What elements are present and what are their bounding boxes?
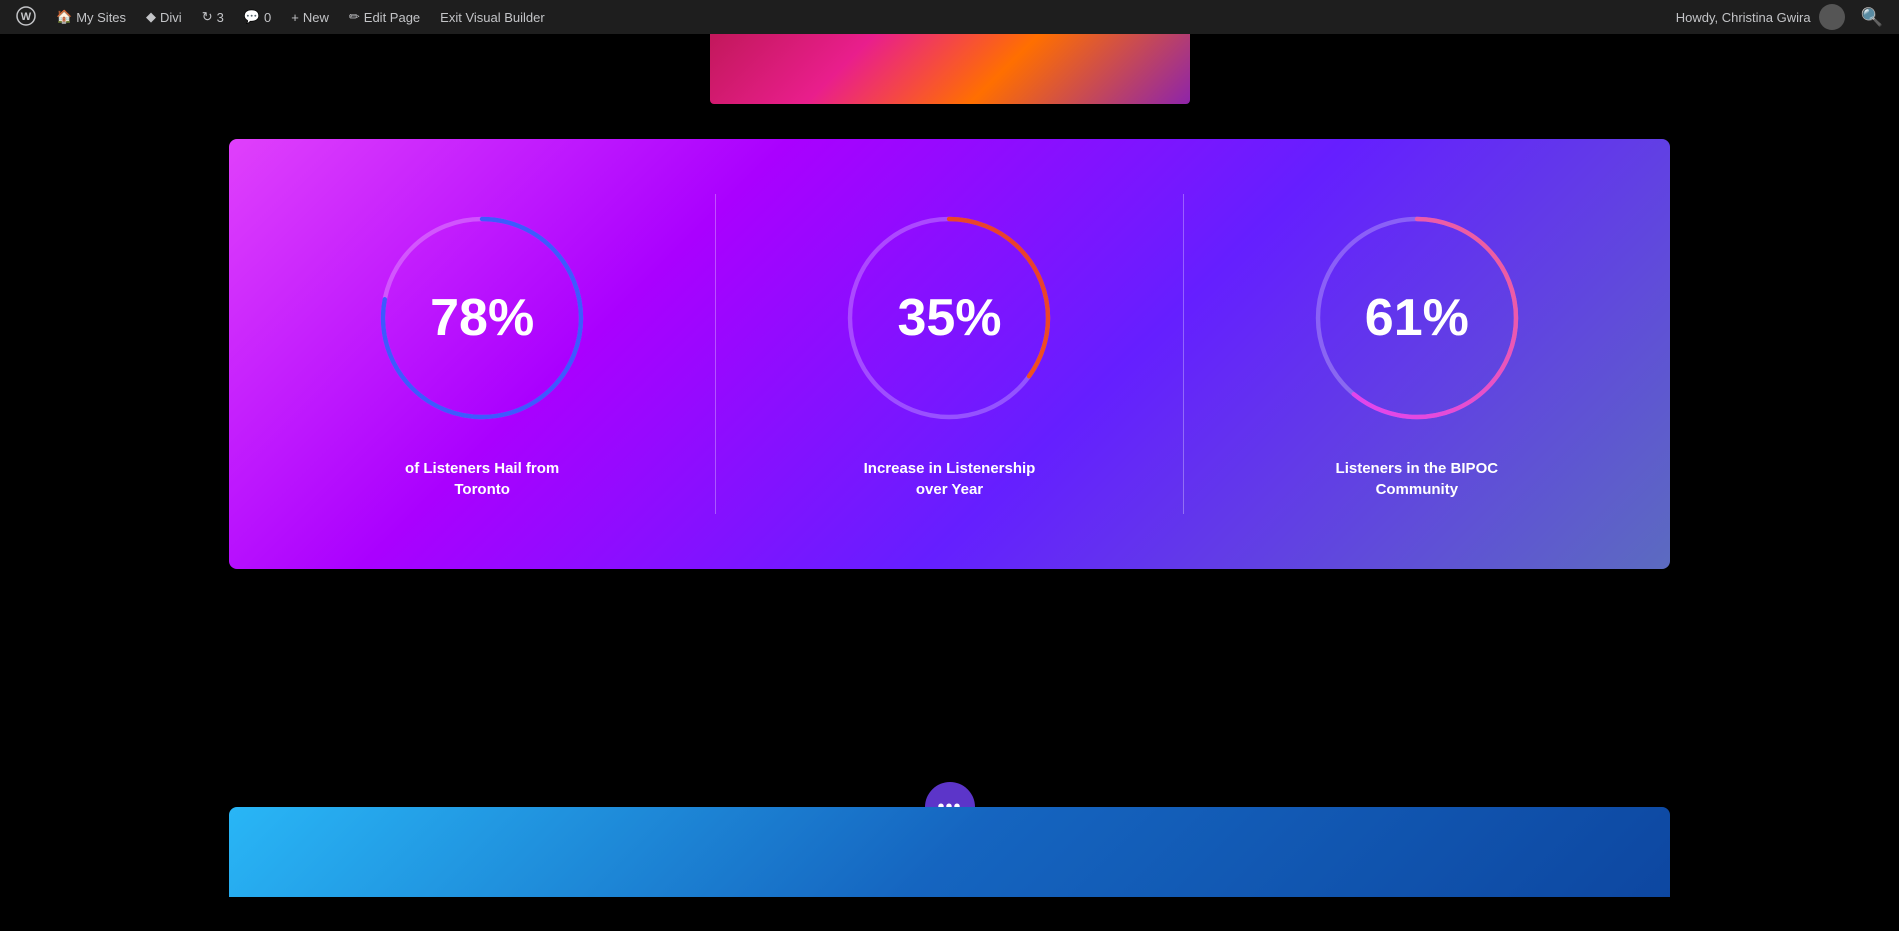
- comments-count: 0: [264, 10, 271, 25]
- stat-item-listenership: 35% Increase in Listenership over Year: [716, 188, 1182, 520]
- edit-page-label: Edit Page: [364, 10, 420, 25]
- divi-menu[interactable]: ◆ Divi: [138, 0, 190, 34]
- updates-icon: ↻: [202, 9, 213, 25]
- pencil-icon: ✏: [349, 9, 360, 25]
- exit-visual-builder-button[interactable]: Exit Visual Builder: [432, 0, 553, 34]
- stat-label-toronto: of Listeners Hail from Toronto: [392, 458, 572, 500]
- hero-image: [710, 34, 1190, 104]
- stat-item-toronto: 78% of Listeners Hail from Toronto: [249, 188, 715, 520]
- comment-icon: 💬: [244, 9, 260, 25]
- top-image-area: [0, 34, 1899, 144]
- stat-value-bipoc: 61%: [1365, 288, 1469, 348]
- home-icon: 🏠: [56, 9, 72, 25]
- my-sites-label: My Sites: [76, 10, 126, 25]
- wordpress-logo[interactable]: W: [8, 0, 44, 34]
- wordpress-icon: W: [16, 6, 36, 29]
- avatar[interactable]: [1819, 4, 1845, 30]
- circle-bipoc: 61%: [1307, 208, 1527, 428]
- new-menu[interactable]: + New: [283, 0, 337, 34]
- stat-label-bipoc: Listeners in the BIPOC Community: [1327, 458, 1507, 500]
- divi-label: Divi: [160, 10, 182, 25]
- plus-icon: +: [291, 10, 299, 25]
- stats-section: 78% of Listeners Hail from Toronto: [229, 139, 1670, 569]
- bottom-section: [229, 807, 1670, 897]
- my-sites-menu[interactable]: 🏠 My Sites: [48, 0, 134, 34]
- circle-toronto: 78%: [372, 208, 592, 428]
- admin-bar-right: Howdy, Christina Gwira 🔍: [1676, 4, 1891, 30]
- page-content: 78% of Listeners Hail from Toronto: [0, 34, 1899, 897]
- howdy-greeting: Howdy, Christina Gwira: [1676, 10, 1811, 25]
- circle-listenership: 35%: [839, 208, 1059, 428]
- stat-label-listenership: Increase in Listenership over Year: [859, 458, 1039, 500]
- edit-page-button[interactable]: ✏ Edit Page: [341, 0, 428, 34]
- svg-text:W: W: [21, 11, 32, 23]
- admin-bar: W 🏠 My Sites ◆ Divi ↻ 3 💬 0 + New ✏ Edit…: [0, 0, 1899, 34]
- stat-item-bipoc: 61% Listeners in the BIPOC Community: [1184, 188, 1650, 520]
- new-label: New: [303, 10, 329, 25]
- search-icon[interactable]: 🔍: [1853, 7, 1891, 28]
- exit-builder-label: Exit Visual Builder: [440, 10, 545, 25]
- comments-menu[interactable]: 💬 0: [236, 0, 279, 34]
- stat-value-toronto: 78%: [430, 288, 534, 348]
- updates-menu[interactable]: ↻ 3: [194, 0, 232, 34]
- stat-value-listenership: 35%: [897, 288, 1001, 348]
- divi-icon: ◆: [146, 9, 156, 25]
- updates-count: 3: [217, 10, 224, 25]
